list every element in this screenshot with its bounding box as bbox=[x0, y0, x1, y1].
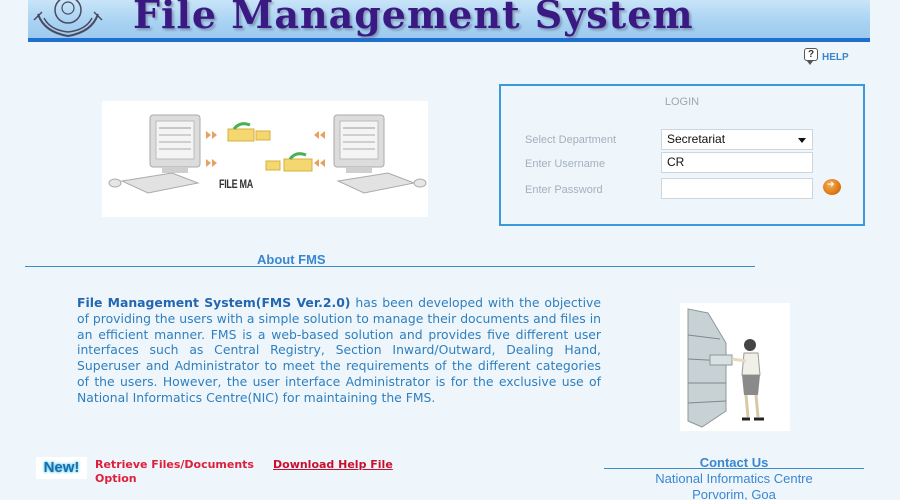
about-heading: About FMS bbox=[257, 252, 326, 267]
about-divider bbox=[25, 266, 755, 267]
header-banner: File Management System bbox=[28, 0, 870, 42]
app-title: File Management System bbox=[133, 0, 694, 37]
computers-transfer-icon bbox=[108, 114, 427, 194]
illustration-caption: FILE MA bbox=[219, 177, 253, 191]
about-bold-title: File Management System(FMS Ver.2.0) bbox=[77, 295, 351, 310]
contact-organization: National Informatics Centre bbox=[655, 471, 813, 486]
contact-divider bbox=[604, 468, 864, 469]
department-label: Select Department bbox=[525, 134, 617, 146]
about-description: File Management System(FMS Ver.2.0) has … bbox=[77, 295, 601, 406]
help-link[interactable]: ? HELP bbox=[804, 48, 849, 65]
filing-cabinet-illustration bbox=[680, 303, 790, 431]
download-help-file-link[interactable]: Download Help File bbox=[273, 458, 393, 471]
government-emblem-icon bbox=[33, 0, 103, 38]
username-label: Enter Username bbox=[525, 158, 606, 170]
login-submit-button[interactable] bbox=[823, 179, 841, 195]
department-selected-value: Secretariat bbox=[667, 132, 726, 146]
login-title: LOGIN bbox=[664, 96, 700, 108]
chevron-down-icon bbox=[798, 138, 806, 143]
about-body: has been developed with the objective of… bbox=[77, 295, 601, 405]
new-badge: New! bbox=[36, 457, 87, 479]
filing-cabinet-icon bbox=[687, 308, 764, 428]
password-input[interactable] bbox=[661, 178, 813, 199]
department-select[interactable]: Secretariat bbox=[661, 129, 813, 150]
password-label: Enter Password bbox=[525, 184, 603, 196]
username-input[interactable]: CR bbox=[661, 152, 813, 173]
retrieve-files-link[interactable]: Retrieve Files/Documents Option bbox=[95, 458, 255, 486]
login-panel: LOGIN Select Department Secretariat Ente… bbox=[499, 84, 865, 226]
file-transfer-illustration: FILE MA bbox=[102, 101, 428, 217]
help-label: HELP bbox=[822, 52, 849, 63]
help-question-icon: ? bbox=[804, 48, 818, 65]
contact-location: Porvorim, Goa bbox=[692, 487, 776, 500]
